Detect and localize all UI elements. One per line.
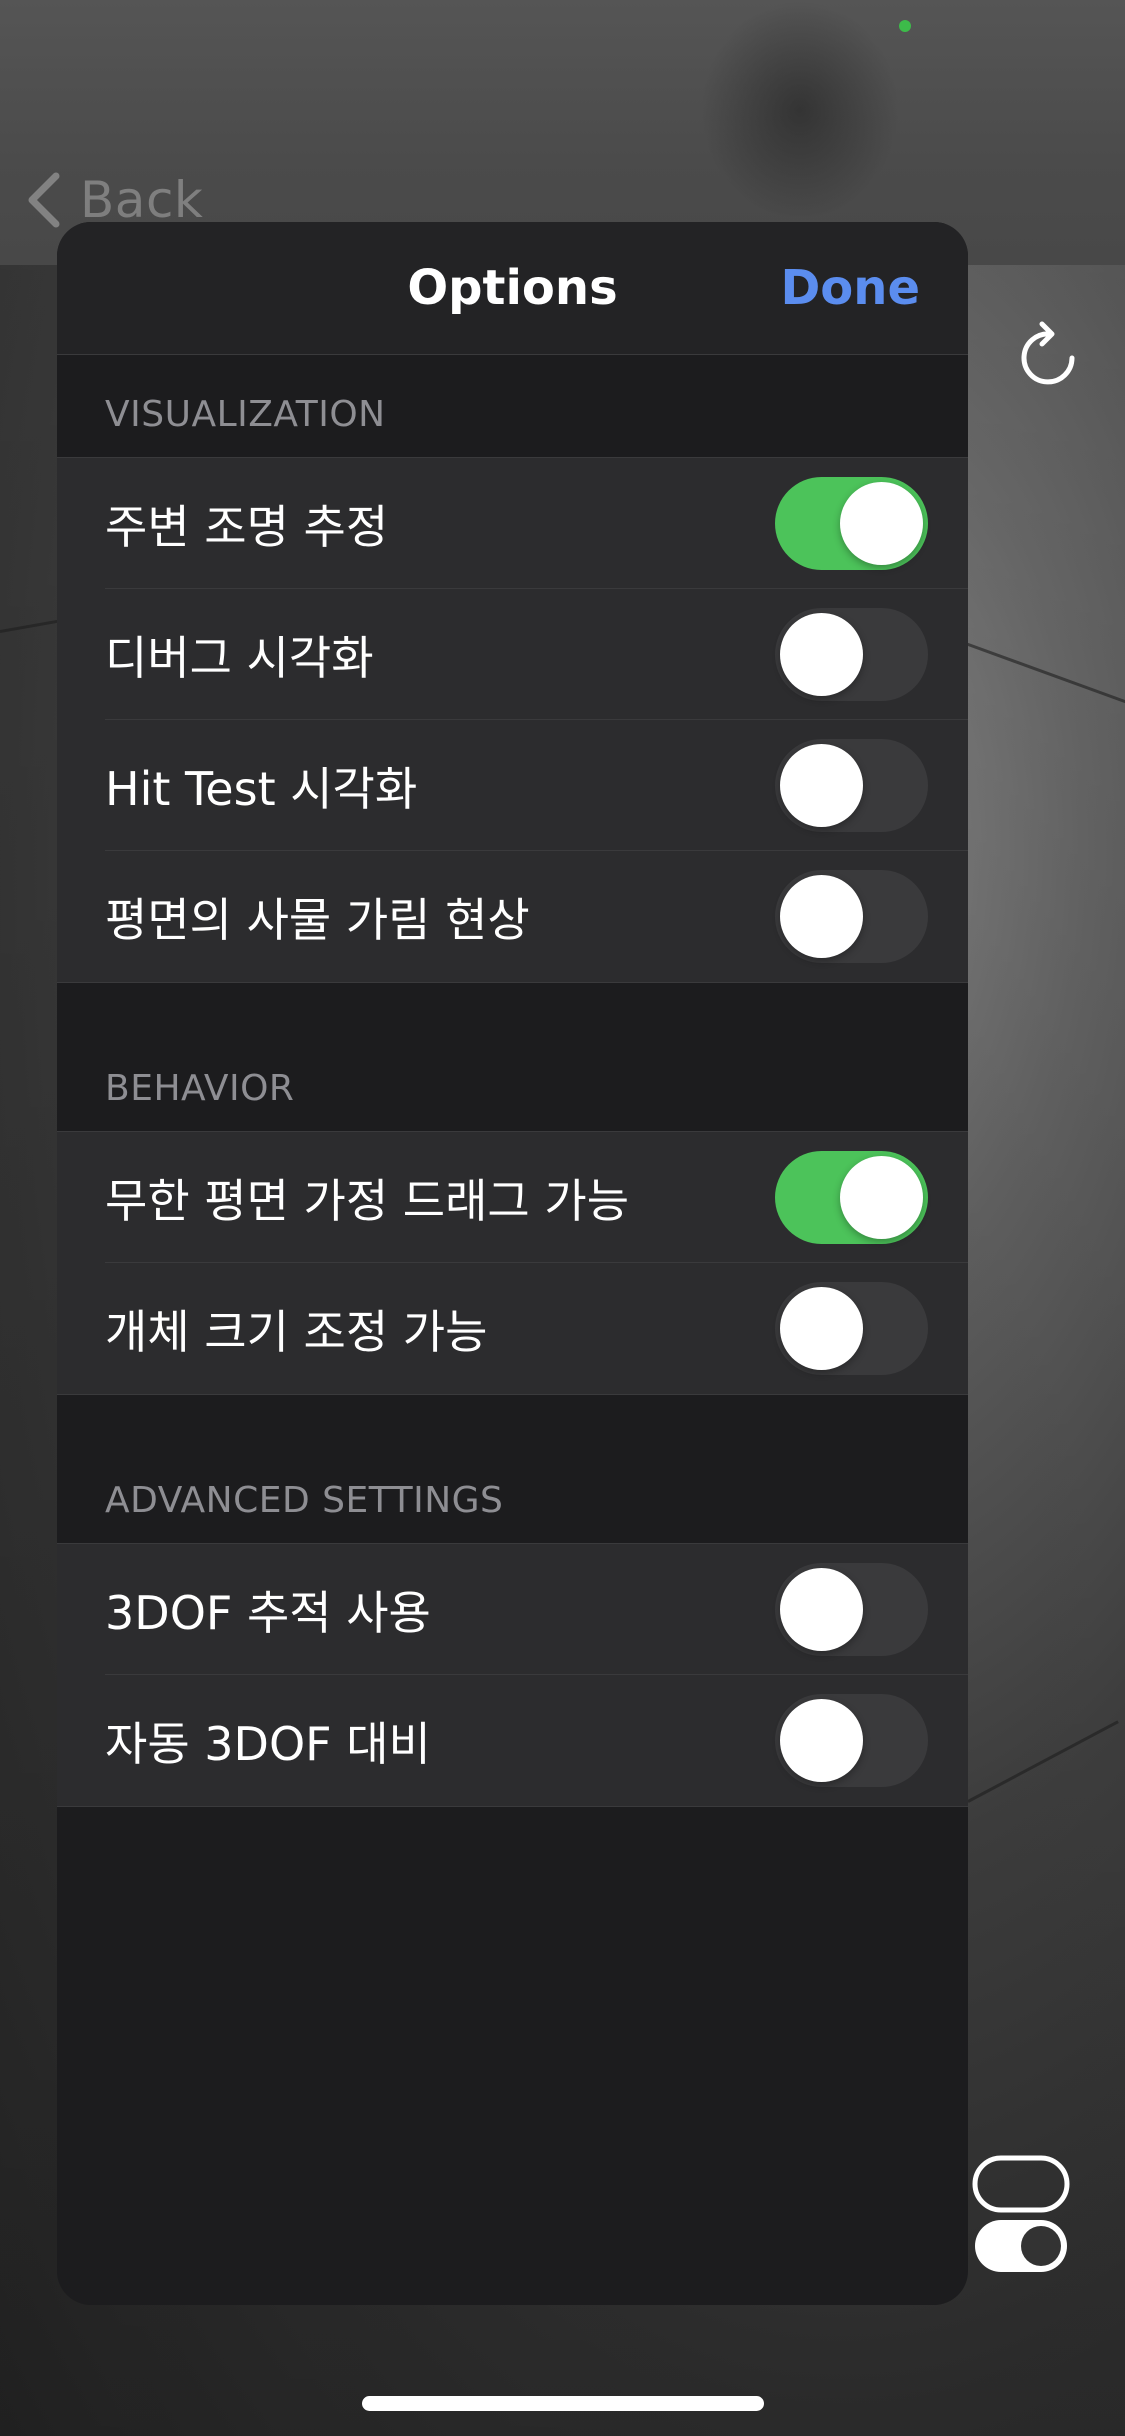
setting-row: 디버그 시각화 [57, 588, 968, 720]
setting-label: 3DOF 추적 사용 [105, 1585, 431, 1640]
object-placement-icon[interactable] [965, 2150, 1075, 2280]
toggle-knob [780, 1699, 863, 1782]
setting-toggle[interactable] [775, 739, 928, 832]
setting-toggle[interactable] [775, 870, 928, 963]
toggle-knob [780, 613, 863, 696]
refresh-icon[interactable] [1012, 320, 1088, 396]
toggle-knob [840, 482, 923, 565]
toggle-knob [780, 875, 863, 958]
back-label: Back [80, 171, 204, 229]
floor-edge [967, 1720, 1119, 1803]
done-button[interactable]: Done [780, 222, 920, 354]
setting-row: 주변 조명 추정 [57, 458, 968, 589]
toggle-knob [840, 1156, 923, 1239]
setting-row: 평면의 사물 가림 현상 [57, 850, 968, 982]
section-header-advanced-settings: ADVANCED SETTINGS [105, 1480, 504, 1521]
floor-edge [959, 640, 1125, 705]
setting-label: Hit Test 시각화 [105, 761, 418, 816]
setting-row: 자동 3DOF 대비 [57, 1674, 968, 1806]
floor-edge [0, 619, 60, 633]
settings-group-advanced: 3DOF 추적 사용 자동 3DOF 대비 [57, 1543, 968, 1807]
section-header-visualization: VISUALIZATION [105, 394, 386, 435]
setting-row: 무한 평면 가정 드래그 가능 [57, 1132, 968, 1263]
setting-label: 평면의 사물 가림 현상 [105, 892, 530, 947]
setting-toggle[interactable] [775, 1151, 928, 1244]
home-indicator[interactable] [362, 2396, 764, 2411]
setting-label: 주변 조명 추정 [105, 499, 389, 554]
toggle-knob [780, 1568, 863, 1651]
setting-toggle[interactable] [775, 1282, 928, 1375]
toggle-knob [780, 744, 863, 827]
setting-toggle[interactable] [775, 608, 928, 701]
setting-label: 무한 평면 가정 드래그 가능 [105, 1173, 630, 1228]
options-nav-bar: Options Done [57, 222, 968, 355]
setting-toggle[interactable] [775, 1563, 928, 1656]
setting-label: 디버그 시각화 [105, 630, 374, 685]
toggle-knob [780, 1287, 863, 1370]
ar-camera-screen: Back Options Done VISUALIZATION 주변 조명 추정… [0, 0, 1125, 2436]
setting-row: Hit Test 시각화 [57, 719, 968, 851]
settings-group-visualization: 주변 조명 추정 디버그 시각화 Hit Test 시각화 평면의 사물 가림 … [57, 457, 968, 983]
camera-in-use-indicator [899, 20, 911, 32]
setting-label: 개체 크기 조정 가능 [105, 1304, 488, 1359]
setting-label: 자동 3DOF 대비 [105, 1716, 431, 1771]
section-header-behavior: BEHAVIOR [105, 1068, 295, 1109]
setting-row: 개체 크기 조정 가능 [57, 1262, 968, 1394]
setting-toggle[interactable] [775, 477, 928, 570]
setting-toggle[interactable] [775, 1694, 928, 1787]
setting-row: 3DOF 추적 사용 [57, 1544, 968, 1675]
chevron-left-icon [28, 172, 60, 228]
settings-group-behavior: 무한 평면 가정 드래그 가능 개체 크기 조정 가능 [57, 1131, 968, 1395]
options-sheet: Options Done VISUALIZATION 주변 조명 추정 디버그 … [57, 222, 968, 2305]
